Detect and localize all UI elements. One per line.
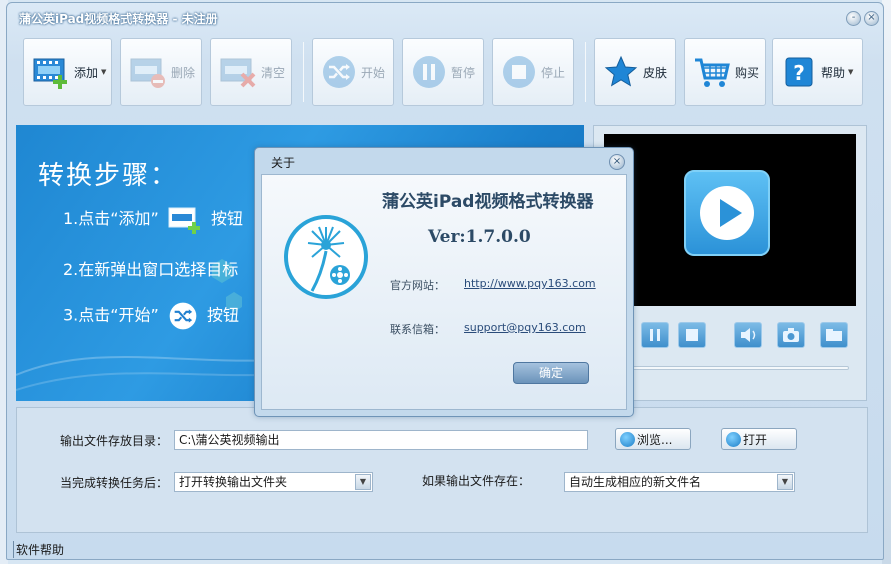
skin-button-label: 皮肤: [643, 65, 668, 80]
banner-step-3-text: 3.点击“开始”: [63, 305, 159, 325]
delete-button-label: 删除: [171, 65, 196, 80]
film-remove-icon: [130, 58, 165, 88]
svg-text:?: ?: [793, 61, 805, 85]
dandelion-logo-icon: [284, 215, 368, 299]
help-button-label: 帮助: [821, 65, 846, 80]
output-dir-input[interactable]: C:\蒲公英视频输出: [174, 430, 588, 450]
toolbar-separator: [585, 42, 586, 102]
status-bar: 软件帮助: [7, 537, 883, 559]
chevron-down-icon[interactable]: ▼: [777, 474, 793, 490]
browse-button-label: 浏览...: [637, 432, 673, 447]
banner-step-3: 3.点击“开始” 按钮: [63, 301, 239, 331]
browse-button[interactable]: 浏览...: [615, 428, 691, 450]
website-link[interactable]: http://www.pqy163.com: [464, 277, 596, 290]
stop-button-label: 停止: [541, 65, 566, 80]
video-preview: [604, 134, 856, 306]
window-title: 蒲公英iPad视频格式转换器 - 未注册: [19, 12, 218, 26]
website-label: 官方网站：: [390, 279, 445, 292]
help-icon: ?: [785, 57, 813, 87]
about-version: Ver:1.7.0.0: [428, 227, 531, 247]
star-icon: [604, 55, 638, 87]
add-button[interactable]: 添加 ▼: [23, 38, 112, 106]
preview-panel: [593, 125, 867, 401]
open-button[interactable]: 打开: [721, 428, 797, 450]
open-button-label: 打开: [743, 432, 768, 447]
if-exists-label: 如果输出文件存在：: [422, 474, 531, 488]
start-button[interactable]: 开始: [312, 38, 394, 106]
pause-button-label: 暂停: [451, 65, 476, 80]
about-dialog-title: 关于: [271, 156, 296, 170]
about-app-name: 蒲公英iPad视频格式转换器: [382, 192, 594, 212]
after-complete-label: 当完成转换任务后：: [60, 476, 169, 490]
film-clear-icon: [220, 58, 256, 88]
stop-icon: [503, 56, 535, 88]
banner-heading: 转换步骤：: [38, 161, 179, 191]
toolbar-separator: [303, 42, 304, 102]
cart-icon: [695, 58, 730, 87]
pause-button[interactable]: 暂停: [402, 38, 484, 106]
banner-step-1: 1.点击“添加” 按钮: [63, 205, 243, 234]
email-label: 联系信箱：: [390, 323, 445, 336]
open-folder-button[interactable]: [820, 322, 848, 348]
film-reel-icon: [620, 431, 635, 447]
after-complete-select[interactable]: 打开转换输出文件夹 ▼: [174, 472, 373, 492]
title-bar: 蒲公英iPad视频格式转换器 - 未注册 - ×: [7, 3, 883, 31]
add-button-label: 添加: [74, 65, 99, 80]
stop-button[interactable]: 停止: [492, 38, 574, 106]
camera-icon: [783, 328, 799, 342]
add-dropdown-arrow[interactable]: ▼: [101, 68, 106, 76]
preview-pause-button[interactable]: [641, 322, 669, 348]
skin-button[interactable]: 皮肤: [594, 38, 676, 106]
close-icon[interactable]: ×: [609, 154, 625, 170]
clear-button[interactable]: 清空: [210, 38, 292, 106]
banner-step-1-text: 1.点击“添加”: [63, 209, 159, 228]
buy-button-label: 购买: [735, 65, 760, 80]
start-button-label: 开始: [361, 65, 386, 80]
speaker-icon: [741, 328, 756, 342]
film-add-icon: [33, 58, 67, 89]
output-dir-label: 输出文件存放目录：: [60, 434, 169, 448]
banner-step-3-suffix: 按钮: [207, 305, 240, 325]
banner-step-2: 2.在新弹出窗口选择目标: [63, 260, 239, 279]
about-dialog-body: 蒲公英iPad视频格式转换器 Ver:1.7.0.0 官方网站： http://…: [261, 174, 627, 410]
volume-button[interactable]: [734, 322, 762, 348]
film-add-icon: [168, 207, 200, 234]
output-settings-panel: 输出文件存放目录： C:\蒲公英视频输出 浏览... 打开 当完成转换任务后： …: [16, 407, 868, 533]
close-button[interactable]: ×: [864, 11, 879, 26]
chevron-down-icon[interactable]: ▼: [355, 474, 371, 490]
toolbar: 添加 ▼ 删除 清空 开始 暂停 停止 皮肤 购买 ? 帮助 ▼: [19, 38, 875, 108]
play-icon[interactable]: [684, 170, 770, 256]
ok-button[interactable]: 确定: [513, 362, 589, 384]
film-reel-icon: [726, 431, 741, 447]
software-help-link[interactable]: 软件帮助: [13, 541, 64, 558]
help-button[interactable]: ? 帮助 ▼: [772, 38, 863, 106]
after-complete-value: 打开转换输出文件夹: [179, 475, 288, 489]
help-dropdown-arrow[interactable]: ▼: [848, 68, 853, 76]
if-exists-select[interactable]: 自动生成相应的新文件名 ▼: [564, 472, 795, 492]
shuffle-icon: [169, 302, 197, 330]
pause-icon: [413, 56, 445, 88]
banner-step-1-suffix: 按钮: [211, 209, 244, 228]
snapshot-button[interactable]: [777, 322, 805, 348]
email-link[interactable]: support@pqy163.com: [464, 321, 586, 334]
if-exists-value: 自动生成相应的新文件名: [569, 475, 702, 489]
about-dialog: 关于 × 蒲公英iPad视频格式转换器 Ver:1.7.0.0 官方网站： ht…: [254, 147, 634, 417]
preview-stop-button[interactable]: [678, 322, 706, 348]
minimize-button[interactable]: -: [846, 11, 861, 26]
delete-button[interactable]: 删除: [120, 38, 202, 106]
folder-icon: [826, 329, 842, 341]
playback-progress-bar[interactable]: [629, 366, 849, 370]
clear-button-label: 清空: [261, 65, 286, 80]
shuffle-icon: [323, 56, 355, 88]
buy-button[interactable]: 购买: [684, 38, 766, 106]
